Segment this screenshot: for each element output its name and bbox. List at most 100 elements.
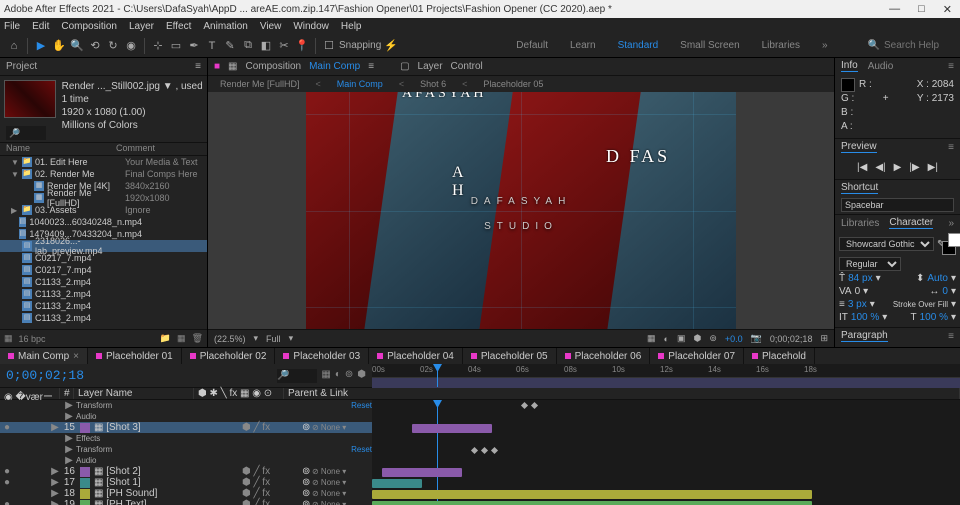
ws-default[interactable]: Default	[516, 40, 548, 51]
pen-tool-icon[interactable]: ✒	[186, 38, 202, 54]
crumb-render[interactable]: Render Me [FullHD]	[214, 79, 306, 89]
layer-row[interactable]: ▶Audio	[0, 455, 372, 466]
layer-bar-shot1[interactable]	[372, 479, 422, 488]
project-row[interactable]: ▼📁02. Render MeFinal Comps Here	[0, 168, 207, 180]
crumb-shot[interactable]: Shot 6	[414, 79, 452, 89]
hand-tool-icon[interactable]: ✋	[51, 38, 67, 54]
type-tool-icon[interactable]: T	[204, 38, 220, 54]
layer-list[interactable]: ▶TransformReset▶Audio●▶15▦ [Shot 3]⬢ ╱ f…	[0, 400, 372, 505]
layer-bar-sound[interactable]	[372, 490, 812, 499]
shape-tool-icon[interactable]: ▭	[168, 38, 184, 54]
col-name[interactable]: Name	[6, 143, 116, 155]
keyframe[interactable]	[531, 402, 538, 409]
ws-learn[interactable]: Learn	[570, 40, 596, 51]
project-list[interactable]: ▼📁01. Edit HereYour Media & Text▼📁02. Re…	[0, 156, 207, 329]
eraser-tool-icon[interactable]: ◧	[258, 38, 274, 54]
tl-opt2-icon[interactable]: ◐	[335, 369, 341, 383]
bpc-toggle[interactable]: 16 bpc	[19, 334, 46, 344]
project-row[interactable]: ▼📁01. Edit HereYour Media & Text	[0, 156, 207, 168]
color-mgmt-icon[interactable]: ⊚	[709, 333, 717, 344]
project-search-input[interactable]	[6, 126, 46, 140]
menu-animation[interactable]: Animation	[203, 21, 247, 32]
anchor-tool-icon[interactable]: ⊹	[150, 38, 166, 54]
zoom-level[interactable]: (22.5%)	[214, 334, 246, 344]
tab-paragraph[interactable]: Paragraph	[841, 330, 888, 342]
timecode[interactable]: 0;00;02;18	[6, 368, 84, 383]
menu-file[interactable]: File	[4, 21, 20, 32]
project-row[interactable]: ▤2318026...-lab_preview.mp4	[0, 240, 207, 252]
playhead[interactable]	[437, 364, 438, 387]
grid-icon[interactable]: ▦	[647, 333, 656, 344]
tl-opt3-icon[interactable]: ⊚	[345, 369, 353, 383]
menu-help[interactable]: Help	[341, 21, 362, 32]
first-frame-icon[interactable]: |◀	[857, 162, 867, 173]
panel-menu-icon[interactable]: ≡	[948, 61, 954, 72]
last-frame-icon[interactable]: ▶|	[928, 162, 938, 173]
project-row[interactable]: ▤C1133_2.mp4	[0, 312, 207, 324]
layer-row[interactable]: ●▶15▦ [Shot 3]⬢ ╱ fx⊚⊘ None ▾	[0, 422, 372, 433]
layer-bar-shot2[interactable]	[382, 468, 462, 477]
timeline-tab[interactable]: Placeholder 03	[275, 348, 369, 364]
ws-standard[interactable]: Standard	[618, 40, 659, 51]
hscale[interactable]: 100 %	[851, 312, 879, 323]
timeline-tab[interactable]: Main Comp ×	[0, 348, 88, 364]
more-icon[interactable]: »	[948, 218, 954, 229]
layer-row[interactable]: ▶18▦ [PH Sound]⬢ ╱ fx⊚⊘ None ▾	[0, 488, 372, 499]
project-row[interactable]: ▤C1133_2.mp4	[0, 300, 207, 312]
resolution[interactable]: Full	[266, 334, 281, 344]
tl-opt4-icon[interactable]: ⬢	[357, 369, 366, 383]
close-button[interactable]: ✕	[943, 3, 952, 16]
font-family-select[interactable]: Showcard Gothic	[839, 237, 934, 251]
trash-icon[interactable]: 🗑	[192, 333, 203, 344]
comp-name[interactable]: Main Comp	[309, 61, 360, 72]
timeline-tab[interactable]: Placehold	[744, 348, 815, 364]
panel-menu-icon[interactable]: ≡	[948, 331, 954, 342]
tab-info[interactable]: Info	[841, 60, 858, 72]
snapshot-icon[interactable]: 📷	[751, 333, 762, 344]
keyframe[interactable]	[471, 447, 478, 454]
layer-bar-text[interactable]	[372, 501, 812, 505]
comp-marker-icon[interactable]: ■	[214, 61, 220, 72]
stroke-mode[interactable]: Stroke Over Fill	[893, 300, 948, 309]
comp-menu-icon[interactable]: ≡	[368, 61, 374, 72]
ws-small[interactable]: Small Screen	[680, 40, 739, 51]
puppet-tool-icon[interactable]: 📍	[294, 38, 310, 54]
font-size[interactable]: 84 px	[848, 273, 872, 284]
project-row[interactable]: ▦Render Me [FullHD]1920x1080	[0, 192, 207, 204]
timeline-ruler-area[interactable]: 00s02s04s06s08s10s12s14s16s18s	[372, 364, 960, 387]
crumb-main[interactable]: Main Comp	[331, 79, 389, 89]
layer-row[interactable]: ▶Effects	[0, 433, 372, 444]
timeline-tracks[interactable]	[372, 400, 960, 505]
control-label[interactable]: Control	[451, 61, 483, 72]
menu-edit[interactable]: Edit	[32, 21, 49, 32]
timeline-tab[interactable]: Placeholder 05	[463, 348, 557, 364]
composition-viewer[interactable]: AFASYAH AH D FAS DAFASYAHSTUDIO	[208, 92, 834, 329]
layer-bar-shot3[interactable]	[412, 424, 492, 433]
ws-more-icon[interactable]: »	[822, 40, 828, 51]
leading[interactable]: Auto	[927, 273, 948, 284]
interpret-icon[interactable]: ▦	[4, 333, 13, 344]
timeline-tab[interactable]: Placeholder 06	[557, 348, 651, 364]
project-row[interactable]: ▶📁03. AssetsIgnore	[0, 204, 207, 216]
time-ruler[interactable]: 00s02s04s06s08s10s12s14s16s18s	[372, 364, 960, 378]
project-row[interactable]: ▤C0217_7.mp4	[0, 264, 207, 276]
timeline-tab[interactable]: Placeholder 02	[182, 348, 276, 364]
exposure[interactable]: +0.0	[725, 334, 743, 344]
menu-layer[interactable]: Layer	[129, 21, 154, 32]
zoom-chevron-icon[interactable]: ▾	[254, 333, 259, 344]
tab-preview[interactable]: Preview	[841, 141, 877, 153]
snap-opts-icon[interactable]: ⚡	[383, 38, 399, 54]
tl-opt1-icon[interactable]: ▦	[321, 369, 330, 383]
menu-effect[interactable]: Effect	[166, 21, 191, 32]
col-comment[interactable]: Comment	[116, 143, 155, 155]
layer-row[interactable]: ●▶16▦ [Shot 2]⬢ ╱ fx⊚⊘ None ▾	[0, 466, 372, 477]
layer-row[interactable]: ●▶17▦ [Shot 1]⬢ ╱ fx⊚⊘ None ▾	[0, 477, 372, 488]
shortcut-input[interactable]	[841, 198, 954, 212]
channel-icon[interactable]: ⬢	[694, 333, 702, 344]
kerning[interactable]: 0	[855, 286, 861, 297]
work-area[interactable]	[372, 378, 960, 388]
menu-composition[interactable]: Composition	[61, 21, 117, 32]
keyframe[interactable]	[521, 402, 528, 409]
clone-tool-icon[interactable]: ⧉	[240, 38, 256, 54]
crumb-ph[interactable]: Placeholder 05	[477, 79, 549, 89]
